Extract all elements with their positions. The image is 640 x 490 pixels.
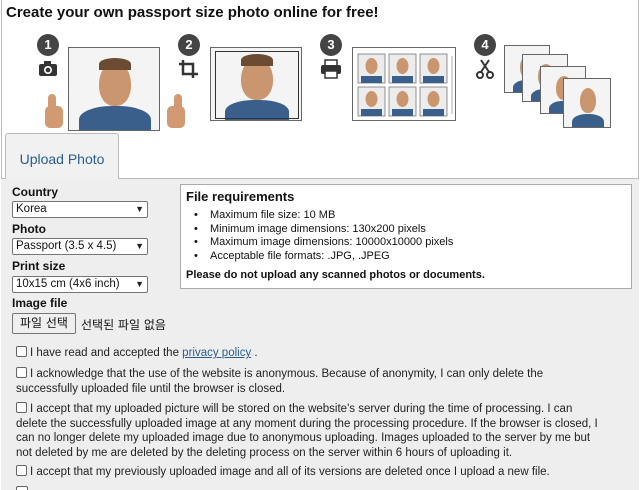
- consent-privacy: I have read and accepted the privacy pol…: [16, 346, 606, 361]
- photo-label: Photo: [12, 222, 46, 236]
- thumbs-up-right-image: [167, 94, 185, 128]
- scissors-icon: [476, 59, 494, 79]
- privacy-text-end: .: [251, 347, 258, 359]
- image-file-label: Image file: [12, 296, 68, 310]
- privacy-text: I have read and accepted the: [30, 347, 183, 359]
- privacy-checkbox[interactable]: [16, 346, 27, 357]
- storage-checkbox[interactable]: [16, 402, 27, 413]
- step-number-1: 1: [37, 34, 59, 56]
- file-requirements-box: File requirements Maximum file size: 10 …: [180, 184, 632, 289]
- next-consent-checkbox[interactable]: [16, 486, 28, 490]
- print-size-select-value: 10x15 cm (4x6 inch): [16, 278, 120, 290]
- print-size-select[interactable]: 10x15 cm (4x6 inch) ▼: [12, 276, 148, 293]
- chevron-down-icon: ▼: [135, 204, 144, 214]
- replace-text: I accept that my previously uploaded ima…: [30, 466, 550, 478]
- storage-text: I accept that my uploaded picture will b…: [16, 403, 598, 459]
- step-number-4: 4: [474, 34, 496, 56]
- requirements-title: File requirements: [186, 189, 295, 204]
- requirement-item: Maximum file size: 10 MB: [194, 209, 626, 223]
- requirements-list: Maximum file size: 10 MB Minimum image d…: [186, 209, 626, 263]
- file-status-text: 선택된 파일 없음: [81, 318, 166, 332]
- consent-storage: I accept that my uploaded picture will b…: [16, 402, 606, 460]
- requirement-item: Acceptable file formats: .JPG, .JPEG: [194, 250, 626, 264]
- replace-checkbox[interactable]: [16, 465, 27, 476]
- step-1-selfie-photo: [68, 47, 160, 131]
- country-select[interactable]: Korea ▼: [12, 201, 148, 218]
- page-title: Create your own passport size photo onli…: [6, 4, 379, 21]
- chevron-down-icon: ▼: [135, 241, 144, 251]
- choose-file-button[interactable]: 파일 선택: [12, 313, 76, 334]
- country-select-value: Korea: [16, 203, 47, 215]
- print-size-label: Print size: [12, 259, 66, 273]
- chevron-down-icon: ▼: [135, 279, 144, 289]
- consent-anonymous: I acknowledge that the use of the websit…: [16, 367, 606, 396]
- step-2-crop-photo: [210, 47, 302, 121]
- anonymous-text: I acknowledge that the use of the websit…: [16, 368, 544, 395]
- thumbs-up-left-image: [45, 94, 63, 128]
- photo-type-select[interactable]: Passport (3.5 x 4.5) ▼: [12, 238, 148, 255]
- camera-icon: [39, 61, 57, 76]
- requirement-item: Maximum image dimensions: 10000x10000 pi…: [194, 236, 626, 250]
- scan-warning: Please do not upload any scanned photos …: [186, 269, 485, 281]
- step-number-2: 2: [178, 34, 200, 56]
- consent-replace: I accept that my previously uploaded ima…: [16, 465, 606, 480]
- crop-icon: [179, 60, 198, 78]
- tab-upload-photo[interactable]: Upload Photo: [5, 133, 119, 179]
- step-3-print-sheet: [352, 47, 456, 121]
- country-label: Country: [12, 185, 58, 199]
- privacy-policy-link[interactable]: privacy policy: [182, 347, 251, 359]
- requirement-item: Minimum image dimensions: 130x200 pixels: [194, 223, 626, 237]
- photo-type-select-value: Passport (3.5 x 4.5): [16, 240, 117, 252]
- step-number-3: 3: [320, 34, 342, 56]
- anonymous-checkbox[interactable]: [16, 367, 27, 378]
- printer-icon: [321, 59, 341, 79]
